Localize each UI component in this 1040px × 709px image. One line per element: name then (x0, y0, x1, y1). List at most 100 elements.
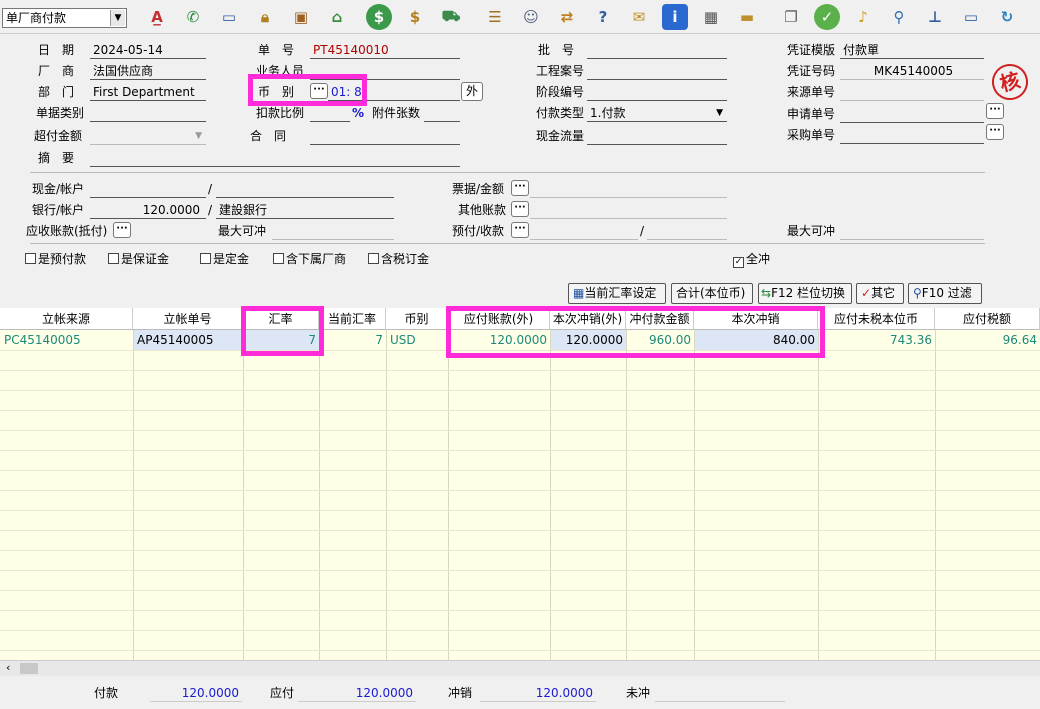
bank-name-field[interactable]: 建設銀行 (216, 202, 394, 219)
max-offset-label: 最大可冲 (218, 224, 267, 238)
other-picker-button[interactable]: ··· (511, 201, 529, 217)
checkbox-label: 全冲 (746, 252, 771, 266)
other-label: 其它 (871, 286, 896, 300)
checkbox-sub-vendors[interactable]: 含下属厂商 (273, 252, 346, 266)
apply-no-field[interactable] (840, 106, 984, 123)
date-field[interactable]: 2024-05-14 (90, 42, 206, 59)
help-doc-icon[interactable]: ? (590, 4, 616, 30)
computer-icon[interactable]: ▭ (958, 4, 984, 30)
cell-current-rate[interactable]: 7 (320, 330, 386, 350)
payable-label: 应付 (270, 686, 295, 700)
cell-offset[interactable]: 840.00 (695, 330, 818, 350)
cell-offset-payment[interactable]: 960.00 (627, 330, 694, 350)
cell-untaxed-local[interactable]: 743.36 (819, 330, 935, 350)
mail-icon[interactable]: ✉ (626, 4, 652, 30)
cash-amount-field[interactable] (216, 181, 394, 198)
purchase-no-picker-button[interactable]: ··· (986, 124, 1004, 140)
pay-type-select[interactable]: 1.付款 ▼ (587, 105, 727, 122)
project-field[interactable] (587, 63, 727, 80)
cash-label: 现金/帐户 (32, 182, 85, 196)
summary-field[interactable] (90, 150, 460, 167)
recv-picker-button[interactable]: ··· (113, 222, 131, 238)
module-select[interactable]: 单厂商付款 ▼ (2, 8, 127, 28)
checkbox-down-payment[interactable]: 是定金 (200, 252, 249, 266)
column-header[interactable]: 冲付款金额 (626, 308, 694, 330)
cart-icon[interactable]: ⛟ (438, 4, 464, 30)
spell-check-icon[interactable]: A̲ (144, 4, 170, 30)
f10-filter-button[interactable]: ⚲F10 过滤 (908, 283, 982, 304)
currency-picker-button[interactable]: ··· (310, 83, 328, 99)
column-header[interactable]: 应付税额 (935, 308, 1040, 330)
total-local-button[interactable]: 合计(本位币) (671, 283, 753, 304)
bank-amount-field[interactable]: 120.0000 (90, 202, 206, 219)
f12-column-switch-button[interactable]: ⇆F12 栏位切换 (758, 283, 852, 304)
checkbox-tax-deposit[interactable]: 含税订金 (368, 252, 429, 266)
cell-source[interactable]: PC45140005 (1, 330, 133, 350)
org-chart-icon[interactable]: ⊥ (922, 4, 948, 30)
apply-no-picker-button[interactable]: ··· (986, 103, 1004, 119)
monitor-icon[interactable]: ▭ (216, 4, 242, 30)
cell-currency[interactable]: USD (387, 330, 448, 350)
attach-field[interactable] (424, 105, 460, 122)
column-header[interactable]: 应付未税本位币 (818, 308, 935, 330)
cell-rate[interactable]: 7 (244, 330, 319, 350)
column-header[interactable]: 币别 (386, 308, 448, 330)
cashflow-field[interactable] (587, 128, 727, 145)
currency-field[interactable]: 01: 8 (328, 84, 460, 101)
column-header[interactable]: 本次冲销(外) (550, 308, 626, 330)
doc-type-field[interactable] (90, 105, 206, 122)
batch-field[interactable] (587, 42, 727, 59)
rate-setting-button[interactable]: ▦当前汇率设定 (568, 283, 666, 304)
cell-payable-foreign[interactable]: 120.0000 (449, 330, 550, 350)
phone-icon[interactable]: ✆ (180, 4, 206, 30)
home-icon[interactable]: ⌂ (324, 4, 350, 30)
cell-ap-no[interactable]: AP45140005 (134, 330, 243, 350)
vendor-field[interactable]: 法国供应商 (90, 63, 206, 80)
info-icon[interactable]: i (662, 4, 688, 30)
refresh-icon[interactable]: ↻ (994, 4, 1020, 30)
purchase-no-field[interactable] (840, 127, 984, 144)
clipboard-icon[interactable]: ☰ (482, 4, 508, 30)
document-copy-icon[interactable]: ❐ (778, 4, 804, 30)
column-header[interactable]: 立帐来源 (0, 308, 133, 330)
exchange-icon[interactable]: ⇄ (554, 4, 580, 30)
discount-field[interactable] (310, 105, 350, 122)
foreign-currency-button[interactable]: 外 (461, 82, 483, 101)
users-icon[interactable]: ☺ (518, 4, 544, 30)
bell-icon[interactable]: ♪ (850, 4, 876, 30)
briefcase-icon[interactable]: ▣ (288, 4, 314, 30)
other-button[interactable]: ✓其它 (856, 283, 904, 304)
bill-picker-button[interactable]: ··· (511, 180, 529, 196)
column-header[interactable]: 立帐单号 (133, 308, 243, 330)
doc-no-field[interactable]: PT45140010 (310, 42, 460, 59)
money-bag-icon[interactable]: $ (402, 4, 428, 30)
checkbox-full-offset[interactable]: ✓ 全冲 (733, 252, 770, 268)
salesperson-field[interactable] (310, 63, 460, 80)
checkbox-deposit[interactable]: 是保证金 (108, 252, 169, 266)
folder-icon[interactable]: ▬ (734, 4, 760, 30)
dollar-icon[interactable]: $ (366, 4, 392, 30)
cash-account-field[interactable] (90, 181, 206, 198)
lock-icon[interactable]: 🔒︎ (252, 4, 278, 30)
column-header[interactable]: 当前汇率 (319, 308, 386, 330)
checkbox-box (200, 253, 211, 264)
summary-label: 摘 要 (38, 151, 75, 165)
cell-offset-foreign[interactable]: 120.0000 (551, 330, 626, 350)
column-header[interactable]: 应付账款(外) (448, 308, 550, 330)
stage-field[interactable] (587, 84, 727, 101)
dept-field[interactable]: First Department (90, 84, 206, 101)
scroll-thumb[interactable] (20, 663, 38, 674)
checkbox-prepay[interactable]: 是预付款 (25, 252, 86, 266)
contract-field[interactable] (310, 128, 460, 145)
overpay-field[interactable]: ▼ (90, 128, 206, 145)
horizontal-scrollbar[interactable]: ‹ (0, 660, 1040, 676)
search-icon[interactable]: ⚲ (886, 4, 912, 30)
cell-tax[interactable]: 96.64 (936, 330, 1040, 350)
prepay-picker-button[interactable]: ··· (511, 222, 529, 238)
chevron-left-icon[interactable]: ‹ (6, 661, 10, 675)
column-header[interactable]: 本次冲销 (694, 308, 818, 330)
calculator-icon[interactable]: ▦ (698, 4, 724, 30)
check-icon[interactable]: ✓ (814, 4, 840, 30)
voucher-tpl-field[interactable]: 付款單 (840, 42, 984, 59)
column-header[interactable]: 汇率 (243, 308, 319, 330)
